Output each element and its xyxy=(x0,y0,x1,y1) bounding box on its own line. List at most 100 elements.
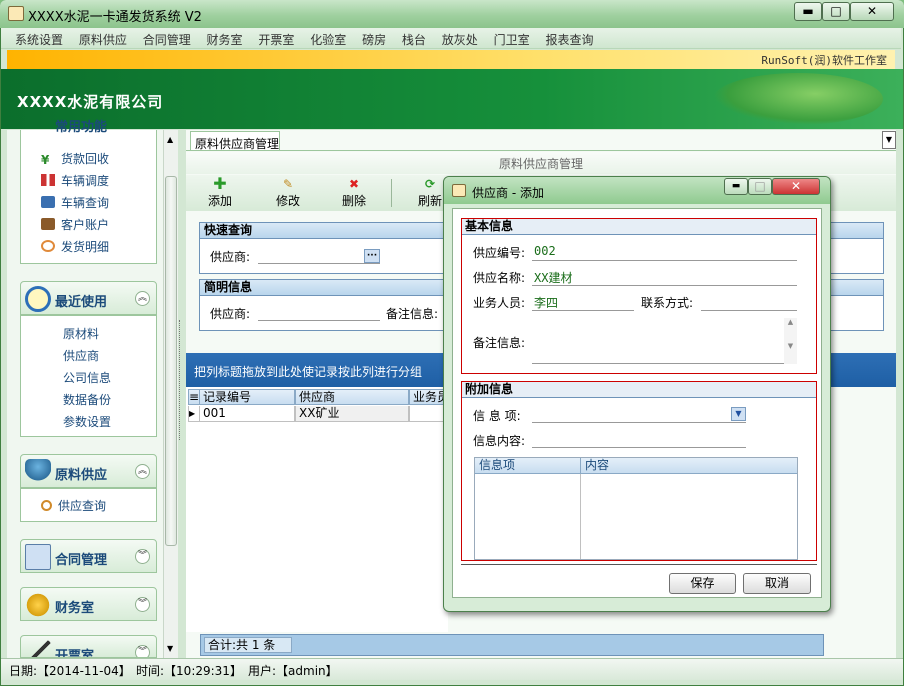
recent-item-supplier[interactable]: 供应商 xyxy=(63,347,99,364)
record-count: 合计:共 1 条 xyxy=(204,637,292,653)
grid-footer: 合计:共 1 条 xyxy=(200,634,824,656)
staff-label: 业务人员: xyxy=(473,296,526,310)
menu-finance[interactable]: 财务室 xyxy=(207,28,243,48)
menu-system[interactable]: 系统设置 xyxy=(15,28,63,48)
delete-icon: ✖ xyxy=(348,177,360,191)
column-header-supplier[interactable]: 供应商 xyxy=(295,389,409,405)
recent-item-params[interactable]: 参数设置 xyxy=(63,413,111,430)
menu-contract[interactable]: 合同管理 xyxy=(143,28,191,48)
save-button[interactable]: 保存 xyxy=(669,573,736,594)
dialog-close-button[interactable]: ✕ xyxy=(772,178,820,195)
sidebar-item-payment[interactable]: ¥ 货款回收 xyxy=(41,150,109,167)
collapse-icon[interactable]: ︽ xyxy=(135,291,150,306)
cancel-button[interactable]: 取消 xyxy=(743,573,811,594)
minimize-button[interactable]: ▬ xyxy=(794,2,822,21)
menu-platform[interactable]: 栈台 xyxy=(402,28,426,48)
scroll-up-icon[interactable]: ▲ xyxy=(167,135,173,144)
staff-field[interactable]: 李四 xyxy=(534,294,558,311)
contact-label: 联系方式: xyxy=(641,296,694,310)
expand-icon[interactable]: ︾ xyxy=(135,597,150,612)
remark-label: 备注信息: xyxy=(473,336,526,350)
sidebar-item-truck-query[interactable]: 车辆查询 xyxy=(41,194,109,211)
recent-item-backup[interactable]: 数据备份 xyxy=(63,391,111,408)
table-cell-code[interactable]: 001 xyxy=(199,406,295,422)
lookup-button[interactable]: ··· xyxy=(364,249,380,263)
scroll-thumb[interactable] xyxy=(165,176,177,546)
menu-reports[interactable]: 报表查询 xyxy=(545,28,593,48)
chevron-down-icon[interactable]: ▼ xyxy=(731,407,746,421)
pencil-icon: ✎ xyxy=(282,177,294,191)
sidebar-item-account[interactable]: 客户账户 xyxy=(41,216,109,233)
dialog-minimize-button[interactable]: ▬ xyxy=(724,178,748,195)
info-grid: 信息项 内容 xyxy=(474,457,798,560)
sidebar-item-dispatch[interactable]: 车辆调度 xyxy=(41,172,109,189)
refresh-icon: ⟳ xyxy=(424,177,436,191)
status-bar: 日期:【2014-11-04】 时间:【10:29:31】 用户:【admin】 xyxy=(1,658,903,680)
code-label: 供应编号: xyxy=(473,246,526,260)
menu-guard[interactable]: 门卫室 xyxy=(494,28,530,48)
name-label: 供应名称: xyxy=(473,271,526,285)
menu-bar: 系统设置 原料供应 合同管理 财务室 开票室 化验室 磅房 栈台 放灰处 门卫室… xyxy=(1,28,901,49)
info-grid-header-item[interactable]: 信息项 xyxy=(475,458,581,474)
supply-panel-header[interactable]: 原料供应 ︽ xyxy=(20,454,157,488)
vendor-label: RunSoft(润)软件工作室 xyxy=(761,54,887,67)
page-title: 原料供应商管理 xyxy=(186,152,896,174)
info-content-label: 信息内容: xyxy=(473,434,526,448)
dialog-maximize-button[interactable]: □ xyxy=(748,178,772,195)
menu-discharge[interactable]: 放灰处 xyxy=(442,28,478,48)
info-content-input[interactable] xyxy=(532,447,746,448)
add-button[interactable]: ✚ 添加 xyxy=(208,174,232,209)
recent-item-company[interactable]: 公司信息 xyxy=(63,369,111,386)
contract-icon xyxy=(25,544,51,570)
column-header-code[interactable]: 记录编号 xyxy=(199,389,295,405)
expand-icon[interactable]: ︾ xyxy=(135,549,150,564)
name-field[interactable]: XX建材 xyxy=(534,269,572,286)
tab-list-dropdown-icon[interactable]: ▼ xyxy=(882,131,896,149)
delivery-icon xyxy=(41,240,55,252)
invoice-panel-title: 开票室 xyxy=(55,649,95,658)
splitter-handle[interactable] xyxy=(179,320,185,440)
tab-supplier-manage[interactable]: 原料供应商管理 xyxy=(190,131,280,151)
menu-lab[interactable]: 化验室 xyxy=(310,28,346,48)
supply-panel: 供应查询 xyxy=(20,488,157,522)
expand-icon[interactable]: ︾ xyxy=(135,645,150,657)
sidebar-item-supply-query[interactable]: 供应查询 xyxy=(41,497,106,514)
sidebar-item-delivery[interactable]: 发货明细 xyxy=(41,238,109,255)
supply-icon xyxy=(25,459,51,485)
collapse-icon[interactable]: ︽ xyxy=(135,464,150,479)
dispatch-icon xyxy=(41,174,55,186)
invoice-panel-header[interactable]: 开票室 ︾ xyxy=(20,635,157,658)
finance-panel-header[interactable]: 财务室 ︾ xyxy=(20,587,157,621)
maximize-button[interactable]: □ xyxy=(822,2,850,21)
extra-info-section: 附加信息 信 息 项: ▼ 信息内容: 信息项 内容 xyxy=(461,381,817,561)
table-cell-supplier[interactable]: XX矿业 xyxy=(295,406,409,422)
menu-supply[interactable]: 原料供应 xyxy=(79,28,127,48)
contract-panel-header[interactable]: 合同管理 ︾ xyxy=(20,539,157,573)
info-grid-header-content[interactable]: 内容 xyxy=(581,458,797,474)
extra-info-title: 附加信息 xyxy=(462,382,816,398)
quick-supplier-input[interactable] xyxy=(258,263,380,264)
vendor-bar: RunSoft(润)软件工作室 xyxy=(7,50,895,69)
scroll-down-icon[interactable]: ▼ xyxy=(167,644,173,653)
recent-panel: 原材料 供应商 公司信息 数据备份 参数设置 xyxy=(20,315,157,437)
info-item-label: 信 息 项: xyxy=(473,409,521,423)
menu-invoice[interactable]: 开票室 xyxy=(258,28,294,48)
code-field[interactable]: 002 xyxy=(534,244,556,258)
dialog-title-bar: 供应商 - 添加 ▬ □ ✕ xyxy=(444,177,830,204)
remark-scrollbar[interactable]: ▲ ▼ xyxy=(784,318,797,364)
recent-item-material[interactable]: 原材料 xyxy=(63,325,99,342)
recent-panel-header[interactable]: 最近使用 ︽ xyxy=(20,281,157,315)
info-item-select[interactable] xyxy=(532,422,746,423)
supplier-add-dialog: 供应商 - 添加 ▬ □ ✕ 基本信息 供应编号: 002 供应名称: XX建材… xyxy=(443,176,831,612)
close-button[interactable]: ✕ xyxy=(850,2,894,21)
plus-icon: ✚ xyxy=(213,174,227,193)
remark-textarea[interactable]: ▲ ▼ xyxy=(532,318,797,364)
finance-panel-title: 财务室 xyxy=(55,601,95,616)
edit-button[interactable]: ✎ 修改 xyxy=(276,177,300,209)
refresh-button[interactable]: ⟳ 刷新 xyxy=(418,177,442,209)
sidebar-scrollbar[interactable]: ▲ ▼ xyxy=(163,130,178,658)
delete-button[interactable]: ✖ 删除 xyxy=(342,177,366,209)
pen-icon xyxy=(25,640,51,657)
brief-supplier-input[interactable] xyxy=(258,320,380,321)
menu-weigh[interactable]: 磅房 xyxy=(362,28,386,48)
